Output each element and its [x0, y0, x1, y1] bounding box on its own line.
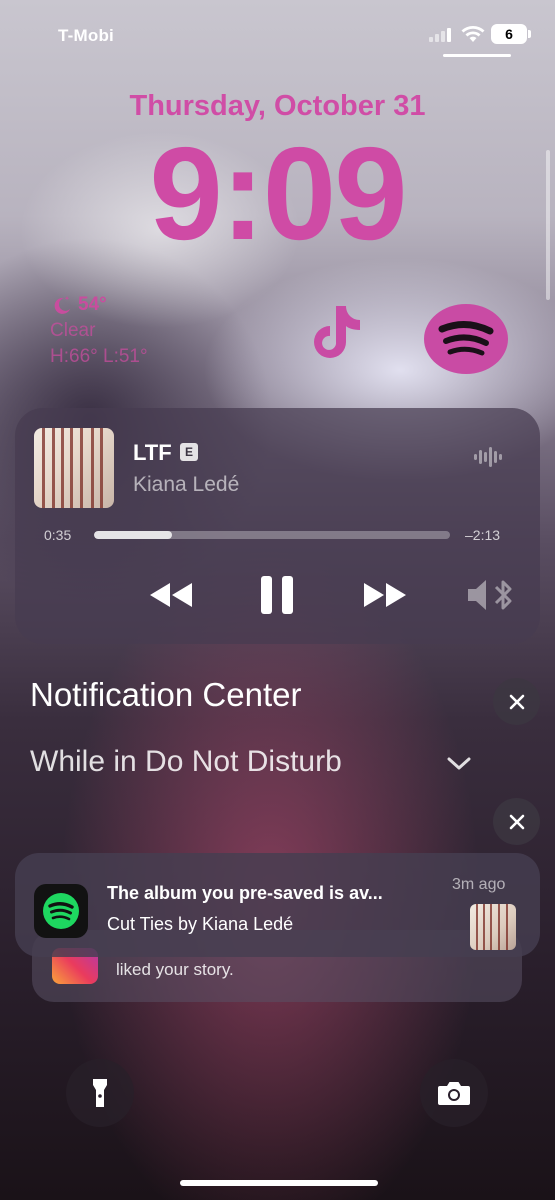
song-artist: Kiana Ledé — [133, 473, 240, 496]
signal-icon — [429, 28, 455, 42]
spotify-notification[interactable] — [15, 853, 540, 957]
lock-time[interactable]: 9:09 — [0, 128, 555, 260]
weather-range: H:66° L:51° — [50, 346, 148, 367]
spotify-icon — [438, 321, 494, 356]
do-not-disturb-filter[interactable]: While in Do Not Disturb — [30, 745, 342, 779]
waveform-icon — [474, 447, 502, 467]
weather-temp: 54° — [78, 294, 107, 315]
chevron-down-icon[interactable] — [446, 752, 472, 774]
weather-condition: Clear — [50, 320, 96, 341]
notification-body: Cut Ties by Kiana Ledé — [107, 914, 294, 934]
home-indicator[interactable] — [180, 1180, 378, 1186]
flashlight-button[interactable] — [66, 1059, 134, 1127]
lock-date[interactable]: Thursday, October 31 — [0, 90, 555, 123]
camera-button[interactable] — [420, 1059, 488, 1127]
wifi-icon — [461, 26, 485, 42]
camera-icon — [438, 1082, 470, 1105]
playback-scrubber[interactable] — [94, 531, 450, 539]
explicit-badge: E — [180, 443, 198, 461]
weather-widget[interactable]: 54° Clear H:66° L:51° — [50, 292, 148, 370]
instagram-notification-body: liked your story. — [116, 960, 234, 979]
spotify-widget[interactable] — [424, 304, 508, 374]
battery-cap — [528, 30, 531, 38]
carrier-label: T-Mobi — [58, 26, 114, 45]
control-center-grabber[interactable] — [443, 54, 511, 57]
notification-thumbnail — [470, 904, 516, 950]
bluetooth-audio-icon[interactable] — [466, 576, 516, 614]
close-icon — [509, 694, 524, 709]
tiktok-icon[interactable] — [306, 302, 362, 362]
playback-progress — [94, 531, 173, 539]
moon-stars-icon — [54, 296, 70, 314]
clear-group-button[interactable] — [493, 798, 540, 845]
remaining-time: –2:13 — [465, 527, 501, 543]
close-icon — [509, 814, 524, 829]
flashlight-icon — [93, 1079, 107, 1107]
fast-forward-icon[interactable] — [360, 580, 410, 610]
battery-indicator: 6 — [491, 24, 527, 44]
spotify-app-icon — [34, 884, 88, 938]
notification-center-title: Notification Center — [30, 676, 302, 713]
clear-notifications-button[interactable] — [493, 678, 540, 725]
rewind-icon[interactable] — [146, 580, 196, 610]
album-art[interactable] — [34, 428, 114, 508]
song-title: LTF — [133, 440, 172, 465]
spotify-icon — [43, 893, 79, 929]
pause-icon[interactable] — [258, 574, 296, 616]
battery-level: 6 — [505, 26, 513, 42]
notification-time: 3m ago — [452, 876, 506, 893]
elapsed-time: 0:35 — [44, 527, 72, 543]
notification-title: The album you pre-saved is av... — [107, 883, 383, 903]
